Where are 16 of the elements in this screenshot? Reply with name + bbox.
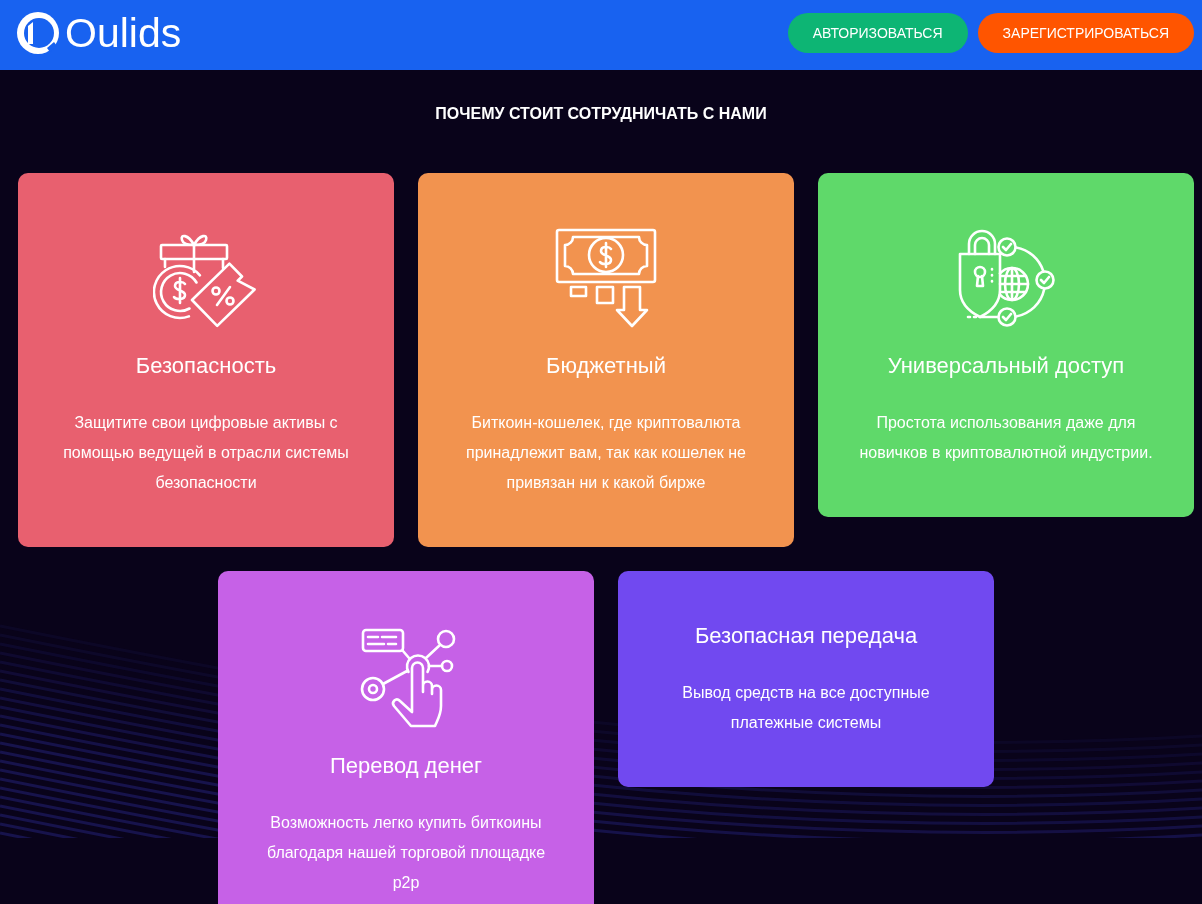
card-title: Безопасная передача — [693, 622, 919, 650]
login-button[interactable]: АВТОРИЗОВАТЬСЯ — [787, 13, 968, 53]
card-title: Бюджетный — [545, 352, 667, 380]
logo-ring-icon — [17, 12, 59, 54]
card-description: Биткоин-кошелек, где криптовалюта принадлежит вам, так как кошелек не привязан ни к какой бирже — [465, 413, 747, 493]
card-description: Защитите свои цифровые активы с помощью ведущей в отрасли системы безопасности — [62, 413, 350, 493]
card-title: Безопасность — [134, 352, 278, 380]
logo-wordmark: Oulids — [65, 10, 182, 56]
card-description: Возможность легко купить биткоины благодаря нашей торговой площадке p2p — [265, 813, 547, 893]
banknote-arrow-icon — [555, 228, 657, 328]
register-button[interactable]: ЗАРЕГИСТРИРОВАТЬСЯ — [977, 13, 1194, 53]
section-heading: ПОЧЕМУ СТОИТ СОТРУДНИЧАТЬ С НАМИ — [434, 104, 768, 123]
card-title: Универсальный доступ — [886, 352, 1126, 380]
card-description: Вывод средств на все доступные платежные системы — [681, 683, 931, 733]
card-description: Простота использования даже для новичков в криптовалютной индустрии. — [858, 413, 1154, 463]
card-title: Перевод денег — [328, 752, 484, 780]
